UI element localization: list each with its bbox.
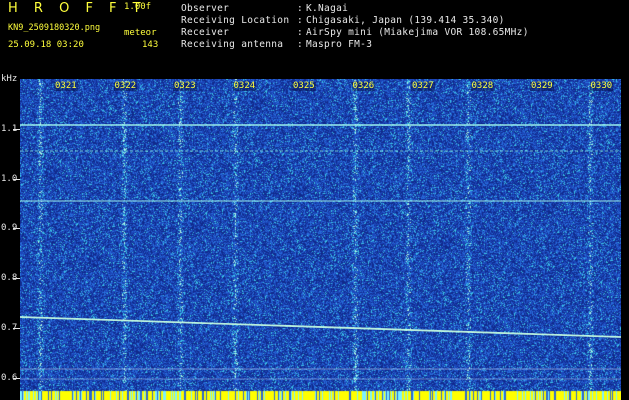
y-tick-mark — [13, 378, 20, 379]
time-label: 0321 — [54, 81, 78, 91]
time-label: 0328 — [470, 81, 495, 91]
y-tick-mark — [13, 228, 20, 229]
time-label: 0326 — [351, 81, 376, 91]
time-label: 0323 — [173, 81, 197, 91]
y-tick-mark — [13, 129, 20, 130]
time-label: 0324 — [232, 81, 257, 91]
datetime-label: 25.09.18 03:20 — [8, 40, 84, 50]
count-label: 143 — [142, 40, 159, 50]
observer-value: K.Nagai — [306, 3, 349, 14]
y-tick-mark — [13, 179, 20, 180]
time-label: 0330 — [589, 81, 614, 91]
colon: : — [297, 39, 303, 50]
location-label: Receiving Location — [181, 15, 290, 26]
receiver-value: AirSpy mini (Miakejima VOR 108.65MHz) — [306, 27, 529, 38]
location-value: Chigasaki, Japan (139.414 35.340) — [306, 15, 505, 26]
colon: : — [297, 27, 303, 38]
drifting-signal — [20, 316, 621, 338]
frequency-unit-label: kHz — [1, 74, 18, 84]
version-label: 1.00f — [124, 2, 152, 12]
receiver-label: Receiver — [181, 27, 230, 38]
time-label: 0322 — [113, 81, 138, 91]
time-label: 0325 — [292, 81, 316, 91]
colon: : — [297, 3, 303, 14]
observer-label: Observer — [181, 3, 230, 14]
antenna-label: Receiving antenna — [181, 39, 284, 50]
y-tick-mark — [13, 278, 20, 279]
spectrogram-display: 0321 0322 0323 0324 0325 0326 0327 0328 0329 0330 — [20, 79, 621, 400]
antenna-value: Maspro FM-3 — [306, 39, 373, 50]
colon: : — [297, 15, 303, 26]
mode-label: meteor — [124, 28, 157, 38]
spectrogram-signals — [20, 124, 621, 380]
y-tick-mark — [13, 328, 20, 329]
filename-label: KN9_2509180320.png — [8, 23, 101, 33]
time-label: 0327 — [411, 81, 435, 91]
time-label: 0329 — [530, 81, 554, 91]
